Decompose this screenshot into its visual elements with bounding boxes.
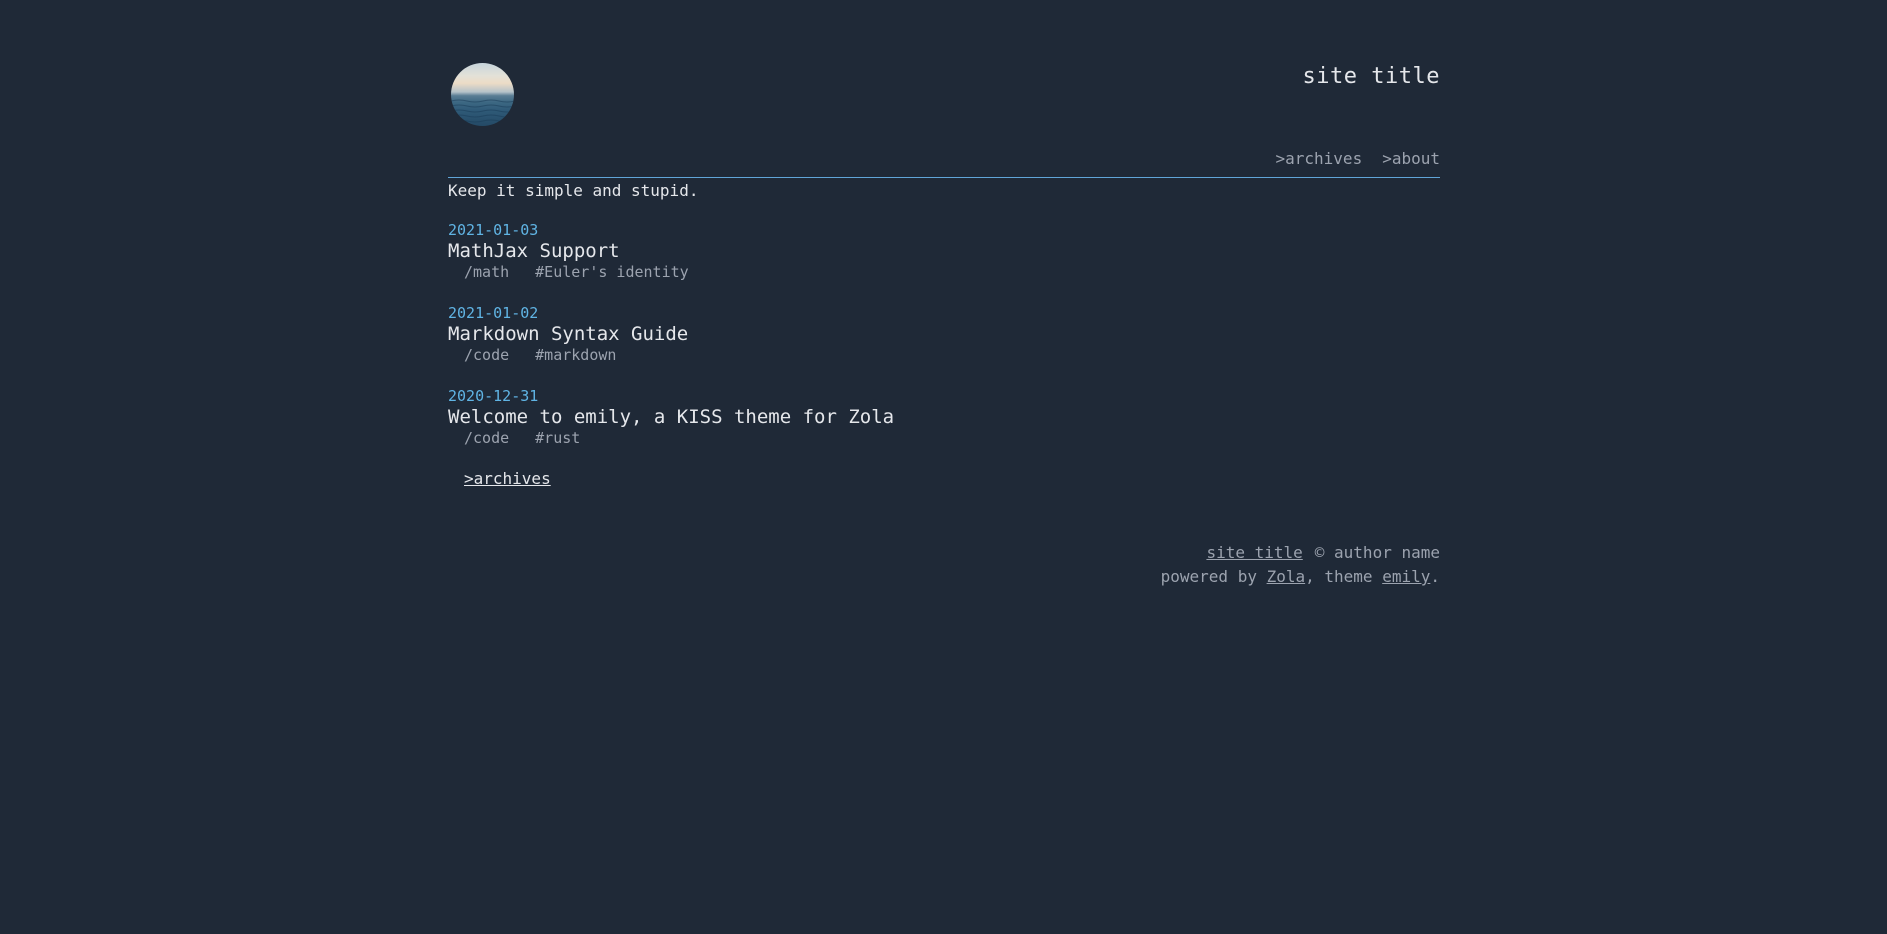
copyright-text: © author name xyxy=(1314,543,1440,562)
post-category-link[interactable]: /code xyxy=(464,428,509,448)
post-meta: /code #markdown xyxy=(448,345,1440,365)
post-title-link[interactable]: MathJax Support xyxy=(448,240,1440,262)
post-tag-link[interactable]: #rust xyxy=(535,428,580,448)
post-title-link[interactable]: Welcome to emily, a KISS theme for Zola xyxy=(448,406,1440,428)
footer-period: . xyxy=(1430,567,1440,586)
post-meta: /math #Euler's identity xyxy=(448,262,1440,282)
emily-link[interactable]: emily xyxy=(1382,567,1430,586)
post-item: 2021-01-02 Markdown Syntax Guide /code #… xyxy=(448,303,1440,365)
post-item: 2021-01-03 MathJax Support /math #Euler'… xyxy=(448,220,1440,282)
post-meta: /code #rust xyxy=(448,428,1440,448)
footer-site-title-link[interactable]: site title xyxy=(1206,543,1302,562)
theme-text: , theme xyxy=(1305,567,1383,586)
site-footer: site title © author name powered by Zola,… xyxy=(448,541,1440,589)
site-tagline: Keep it simple and stupid. xyxy=(448,181,699,200)
post-date: 2020-12-31 xyxy=(448,387,539,405)
nav-about-link[interactable]: >about xyxy=(1382,149,1440,168)
post-date: 2021-01-02 xyxy=(448,304,539,322)
zola-link[interactable]: Zola xyxy=(1267,567,1306,586)
post-date: 2021-01-03 xyxy=(448,221,539,239)
main-nav: >archives >about xyxy=(1276,149,1441,168)
page-container: site title >archives >about Keep it simp… xyxy=(448,0,1440,589)
ocean-horizon-icon xyxy=(451,99,514,123)
post-title-link[interactable]: Markdown Syntax Guide xyxy=(448,323,1440,345)
post-tag-link[interactable]: #Euler's identity xyxy=(535,262,689,282)
powered-by-text: powered by xyxy=(1160,567,1267,586)
site-title[interactable]: site title xyxy=(1303,64,1440,89)
post-item: 2020-12-31 Welcome to emily, a KISS them… xyxy=(448,386,1440,448)
footer-line-2: powered by Zola, theme emily. xyxy=(448,565,1440,589)
archives-link[interactable]: >archives xyxy=(464,469,551,488)
avatar[interactable] xyxy=(451,63,514,126)
more-posts: >archives xyxy=(448,469,1440,489)
post-list: 2021-01-03 MathJax Support /math #Euler'… xyxy=(448,220,1440,448)
header-divider xyxy=(448,177,1440,178)
footer-line-1: site title © author name xyxy=(448,541,1440,565)
nav-archives-link[interactable]: >archives xyxy=(1276,149,1363,168)
post-category-link[interactable]: /code xyxy=(464,345,509,365)
site-header: site title >archives >about xyxy=(448,0,1440,178)
post-category-link[interactable]: /math xyxy=(464,262,509,282)
post-tag-link[interactable]: #markdown xyxy=(535,345,616,365)
